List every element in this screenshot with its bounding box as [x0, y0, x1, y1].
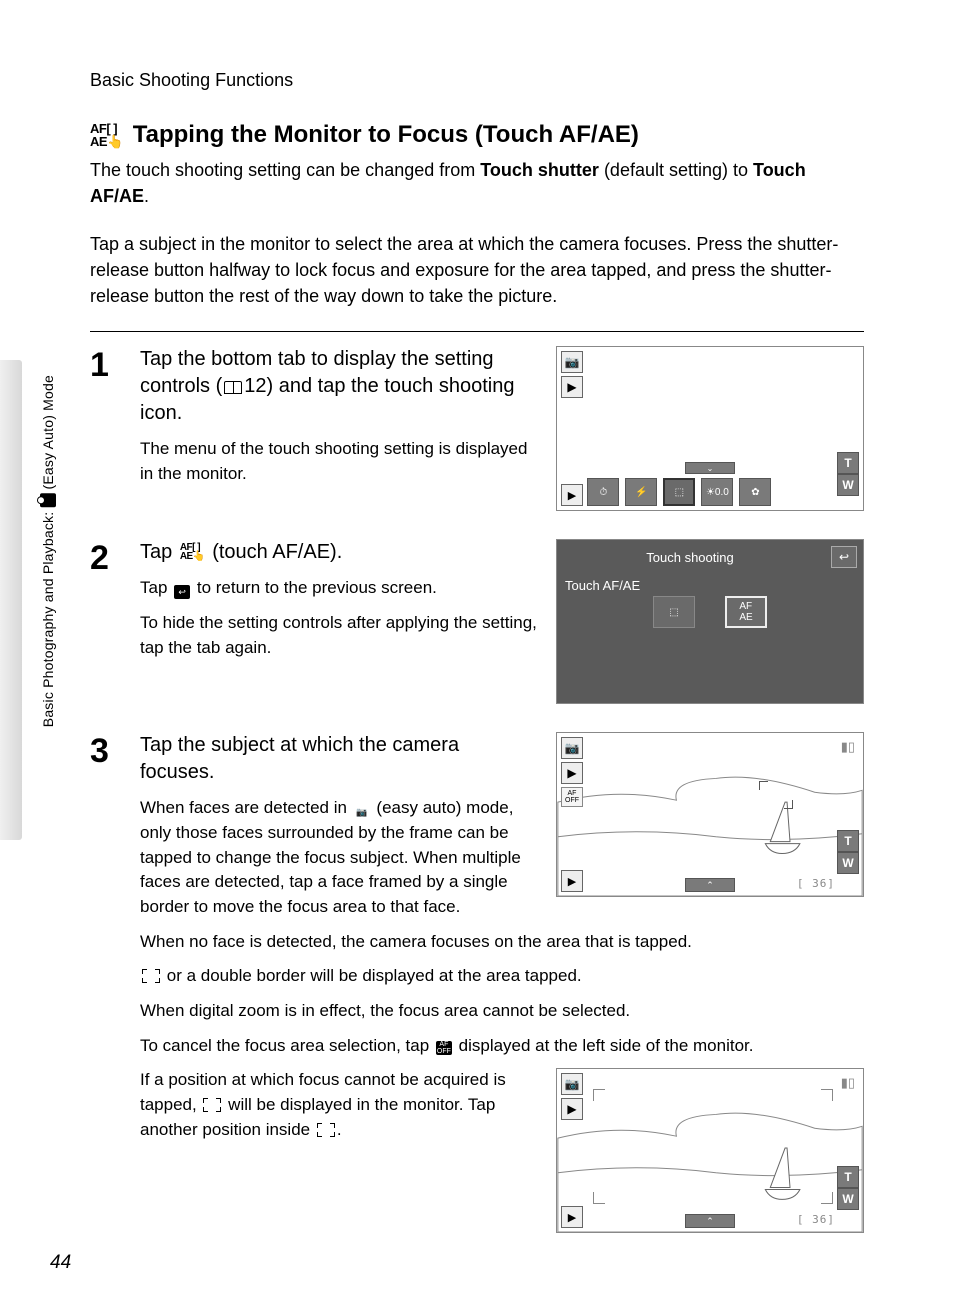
af-off-icon: AFOFF: [561, 787, 583, 807]
page-title: Tapping the Monitor to Focus (Touch AF/A…: [133, 121, 639, 149]
step-1-heading: Tap the bottom tab to display the settin…: [140, 346, 538, 427]
intro-paragraph-2: Tap a subject in the monitor to select t…: [90, 231, 864, 309]
screenshot-3: 📷 ▶ AFOFF ▮▯ ▶ ⌃ T W [ 36]: [556, 732, 864, 897]
frame-counter: [ 36]: [797, 877, 835, 890]
divider: [90, 331, 864, 332]
camera-mode-icon: 📷: [561, 1073, 583, 1095]
step-3-heading: Tap the subject at which the camera focu…: [140, 732, 538, 786]
step-3-desc-6: If a position at which focus cannot be a…: [140, 1068, 538, 1142]
focus-fail-corner-icon: [821, 1089, 833, 1101]
step-3-desc-4: When digital zoom is in effect, the focu…: [140, 999, 864, 1024]
step-3: 3 Tap the subject at which the camera fo…: [90, 732, 864, 1233]
touch-afae-icon: AF[ ]AE👆: [90, 122, 123, 148]
macro-mode-icon: ✿: [739, 478, 771, 506]
playback-mode-icon: ▶: [561, 376, 583, 398]
step-number: 3: [90, 732, 120, 1233]
flash-mode-icon: ⚡: [625, 478, 657, 506]
focus-fail-corner-icon: [821, 1192, 833, 1204]
screenshot-4: 📷 ▶ ▮▯ ▶ ⌃ T W [ 36]: [556, 1068, 864, 1233]
book-ref-icon: [224, 381, 242, 394]
step-2-heading: Tap AF[ ]AE👆 (touch AF/AE).: [140, 539, 538, 566]
step-3-desc-2: When no face is detected, the camera foc…: [140, 930, 864, 955]
step-2: 2 Tap AF[ ]AE👆 (touch AF/AE). Tap ↩ to r…: [90, 539, 864, 704]
exposure-comp-icon: ☀0.0: [701, 478, 733, 506]
zoom-in-icon: T: [837, 830, 859, 852]
focus-fail-icon: [203, 1098, 221, 1112]
expand-tab-icon: ▶: [561, 484, 583, 506]
focus-fail-corner-icon: [593, 1192, 605, 1204]
zoom-in-icon: T: [837, 1166, 859, 1188]
back-icon: ↩: [174, 585, 190, 599]
focus-area-icon: [142, 969, 160, 983]
touch-shooting-label: Touch shooting: [557, 550, 823, 565]
step-1-desc: The menu of the touch shooting setting i…: [140, 437, 538, 486]
expand-tab-icon: ▶: [561, 870, 583, 892]
drawer-handle-icon: ⌃: [685, 1214, 735, 1228]
drawer-handle-icon: ⌃: [685, 878, 735, 892]
screenshot-1: 📷 ▶ ▶ ⌄ ⏱ ⚡ ⬚ ☀0.0 ✿ T W: [556, 346, 864, 511]
step-2-desc-1: Tap ↩ to return to the previous screen.: [140, 576, 538, 601]
touch-shutter-option-icon: ⬚: [653, 596, 695, 628]
step-3-desc-5: To cancel the focus area selection, tap …: [140, 1034, 864, 1059]
drawer-handle-icon: ⌄: [685, 462, 735, 474]
focus-fail-icon: [317, 1123, 335, 1137]
af-off-icon: AFOFF: [436, 1041, 452, 1055]
touch-afae-icon: AF[ ]AE👆: [180, 543, 205, 561]
section-header: Basic Shooting Functions: [90, 70, 864, 91]
playback-mode-icon: ▶: [561, 1098, 583, 1120]
page-number: 44: [50, 1252, 71, 1274]
expand-tab-icon: ▶: [561, 1206, 583, 1228]
frame-counter: [ 36]: [797, 1213, 835, 1226]
step-number: 2: [90, 539, 120, 704]
easy-auto-icon: 📷: [354, 805, 370, 819]
focus-target-icon: [759, 781, 793, 809]
landscape-illustration: [557, 733, 863, 896]
zoom-out-icon: W: [837, 474, 859, 496]
step-2-desc-2: To hide the setting controls after apply…: [140, 611, 538, 660]
touch-afae-option-icon: AFAE: [725, 596, 767, 628]
touch-shooting-icon: ⬚: [663, 478, 695, 506]
intro-paragraph-1: The touch shooting setting can be change…: [90, 157, 864, 209]
zoom-in-icon: T: [837, 452, 859, 474]
playback-mode-icon: ▶: [561, 762, 583, 784]
step-number: 1: [90, 346, 120, 511]
camera-mode-icon: 📷: [561, 737, 583, 759]
focus-fail-corner-icon: [593, 1089, 605, 1101]
back-icon: ↩: [831, 546, 857, 568]
camera-mode-icon: 📷: [561, 351, 583, 373]
self-timer-icon: ⏱: [587, 478, 619, 506]
screenshot-2: Touch shooting ↩ Touch AF/AE ⬚ AFAE: [556, 539, 864, 704]
step-3-desc-1: When faces are detected in 📷 (easy auto)…: [140, 796, 538, 919]
battery-icon: ▮▯: [841, 739, 855, 755]
battery-icon: ▮▯: [841, 1075, 855, 1091]
zoom-out-icon: W: [837, 1188, 859, 1210]
step-3-desc-3: or a double border will be displayed at …: [140, 964, 864, 989]
step-1: 1 Tap the bottom tab to display the sett…: [90, 346, 864, 511]
touch-afae-label: Touch AF/AE: [565, 578, 640, 593]
zoom-out-icon: W: [837, 852, 859, 874]
